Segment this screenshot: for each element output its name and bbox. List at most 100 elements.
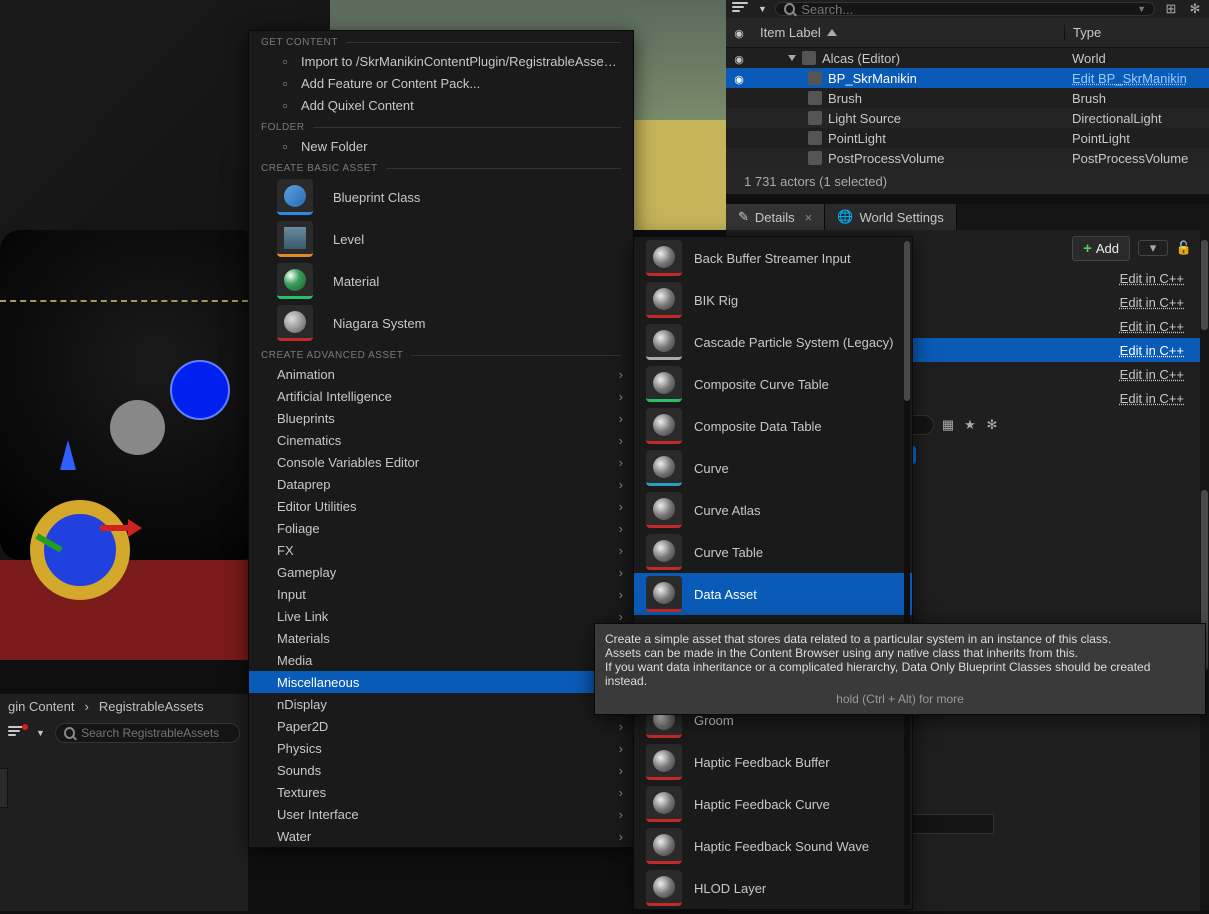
menu-item[interactable]: Miscellaneous› bbox=[249, 671, 633, 693]
edit-cpp-link[interactable]: Edit in C++ bbox=[1120, 367, 1200, 382]
menu-item[interactable]: FX› bbox=[249, 539, 633, 561]
menu-item[interactable]: Dataprep› bbox=[249, 473, 633, 495]
submenu-item[interactable]: HLOD Layer bbox=[634, 867, 912, 909]
submenu-item[interactable]: Data Asset bbox=[634, 573, 912, 615]
filter-icon[interactable] bbox=[732, 2, 750, 16]
outliner-search-input[interactable] bbox=[801, 2, 1131, 17]
grid-icon[interactable]: ▦ bbox=[940, 417, 956, 433]
dropdown-caret[interactable]: ▼ bbox=[36, 728, 45, 738]
gizmo-ring[interactable] bbox=[30, 500, 130, 600]
menu-item[interactable]: Sounds› bbox=[249, 759, 633, 781]
chevron-down-icon[interactable]: ▼ bbox=[1137, 4, 1146, 14]
edit-cpp-link[interactable]: Edit in C++ bbox=[1120, 391, 1200, 406]
menu-item[interactable]: Niagara System bbox=[249, 302, 633, 344]
scrollbar-thumb[interactable] bbox=[1201, 240, 1208, 330]
menu-item[interactable]: Media› bbox=[249, 649, 633, 671]
submenu-item[interactable]: BIK Rig bbox=[634, 279, 912, 321]
eye-column-icon[interactable]: ◉ bbox=[734, 28, 744, 40]
menu-item[interactable]: Materials› bbox=[249, 627, 633, 649]
outliner-header-item[interactable]: Item Label bbox=[752, 25, 1064, 40]
asset-thumbnail-icon bbox=[646, 870, 682, 906]
menu-item[interactable]: Paper2D› bbox=[249, 715, 633, 737]
edit-cpp-link[interactable]: Edit in C++ bbox=[1120, 271, 1200, 286]
submenu-item[interactable]: Curve Table bbox=[634, 531, 912, 573]
outliner-row[interactable]: Brush Brush bbox=[726, 88, 1209, 108]
menu-item[interactable]: Cinematics› bbox=[249, 429, 633, 451]
menu-item[interactable]: ▫Add Feature or Content Pack... bbox=[249, 72, 633, 94]
submenu-item[interactable]: Composite Data Table bbox=[634, 405, 912, 447]
edit-cpp-link[interactable]: Edit in C++ bbox=[1120, 295, 1200, 310]
outliner-search[interactable]: ▼ bbox=[775, 2, 1155, 16]
lock-icon[interactable]: 🔓 bbox=[1176, 240, 1192, 256]
scrollbar-thumb[interactable] bbox=[904, 241, 910, 401]
menu-item[interactable]: Gameplay› bbox=[249, 561, 633, 583]
eye-icon[interactable]: ◉ bbox=[734, 74, 744, 86]
dropdown-caret[interactable]: ▼ bbox=[758, 4, 767, 14]
tab-world-settings[interactable]: 🌐 World Settings bbox=[825, 204, 956, 230]
menu-item[interactable]: Foliage› bbox=[249, 517, 633, 539]
menu-item[interactable]: ▫Import to /SkrManikinContentPlugin/Regi… bbox=[249, 50, 633, 72]
submenu-item[interactable]: Back Buffer Streamer Input bbox=[634, 237, 912, 279]
menu-item-label: Dataprep bbox=[277, 477, 619, 492]
star-icon[interactable]: ★ bbox=[962, 417, 978, 433]
submenu-item[interactable]: Haptic Feedback Curve bbox=[634, 783, 912, 825]
submenu-scrollbar[interactable] bbox=[904, 241, 910, 905]
menu-item[interactable]: Blueprints› bbox=[249, 407, 633, 429]
expand-icon[interactable] bbox=[788, 55, 796, 61]
eye-icon[interactable]: ◉ bbox=[734, 54, 744, 66]
menu-item[interactable]: Blueprint Class bbox=[249, 176, 633, 218]
submenu-item[interactable]: Curve Atlas bbox=[634, 489, 912, 531]
submenu-item-label: Back Buffer Streamer Input bbox=[694, 251, 851, 266]
menu-item[interactable]: Textures› bbox=[249, 781, 633, 803]
tab-details[interactable]: ✎ Details × bbox=[726, 204, 825, 230]
menu-item[interactable]: User Interface› bbox=[249, 803, 633, 825]
outliner-row[interactable]: PostProcessVolume PostProcessVolume bbox=[726, 148, 1209, 168]
submenu-item[interactable]: Curve bbox=[634, 447, 912, 489]
menu-item[interactable]: Input› bbox=[249, 583, 633, 605]
settings-gear-icon[interactable]: ✻ bbox=[1187, 1, 1203, 17]
menu-item[interactable]: Editor Utilities› bbox=[249, 495, 633, 517]
menu-item[interactable]: Physics› bbox=[249, 737, 633, 759]
outliner-row-type[interactable]: Edit BP_SkrManikin bbox=[1064, 71, 1209, 86]
close-icon[interactable]: × bbox=[805, 210, 813, 225]
submenu-item[interactable]: Cascade Particle System (Legacy) bbox=[634, 321, 912, 363]
menu-item[interactable]: Material bbox=[249, 260, 633, 302]
menu-item[interactable]: ▫Add Quixel Content bbox=[249, 94, 633, 116]
outliner-header-type[interactable]: Type bbox=[1064, 25, 1209, 40]
submenu-item-label: Haptic Feedback Curve bbox=[694, 797, 830, 812]
outliner-row[interactable]: Light Source DirectionalLight bbox=[726, 108, 1209, 128]
add-button[interactable]: +Add bbox=[1072, 236, 1130, 261]
submenu-item[interactable]: Composite Curve Table bbox=[634, 363, 912, 405]
transform-gizmo[interactable] bbox=[10, 460, 170, 620]
menu-item[interactable]: Console Variables Editor› bbox=[249, 451, 633, 473]
dock-tab-handle[interactable] bbox=[0, 768, 8, 808]
menu-item[interactable]: nDisplay› bbox=[249, 693, 633, 715]
edit-cpp-link[interactable]: Edit in C++ bbox=[1120, 319, 1200, 334]
component-mode-button[interactable]: ▾ bbox=[1138, 240, 1168, 256]
menu-item[interactable]: Live Link› bbox=[249, 605, 633, 627]
submenu-item[interactable]: Haptic Feedback Sound Wave bbox=[634, 825, 912, 867]
submenu-item[interactable]: Haptic Feedback Buffer bbox=[634, 741, 912, 783]
filter-icon[interactable] bbox=[8, 726, 26, 740]
tab-world-label: World Settings bbox=[859, 210, 943, 225]
outliner-row[interactable]: ◉ BP_SkrManikin Edit BP_SkrManikin bbox=[726, 68, 1209, 88]
content-search-input[interactable] bbox=[81, 726, 231, 740]
breadcrumb-item[interactable]: RegistrableAssets bbox=[99, 699, 204, 714]
outliner-row[interactable]: PointLight PointLight bbox=[726, 128, 1209, 148]
outliner-toolbar: ▼ ▼ ⊞ ✻ bbox=[726, 0, 1209, 18]
add-folder-icon[interactable]: ⊞ bbox=[1163, 1, 1179, 17]
menu-item[interactable]: Animation› bbox=[249, 363, 633, 385]
outliner-row[interactable]: ◉ Alcas (Editor) World bbox=[726, 48, 1209, 68]
menu-item[interactable]: Artificial Intelligence› bbox=[249, 385, 633, 407]
breadcrumb-item[interactable]: gin Content bbox=[8, 699, 75, 714]
gizmo-x-arrow[interactable] bbox=[100, 525, 130, 531]
menu-item[interactable]: Level bbox=[249, 218, 633, 260]
details-scrollbar[interactable] bbox=[1200, 230, 1209, 911]
gear-icon[interactable]: ✻ bbox=[984, 417, 1000, 433]
content-search[interactable] bbox=[55, 723, 240, 743]
gizmo-center-sphere[interactable] bbox=[110, 400, 165, 455]
menu-item[interactable]: Water› bbox=[249, 825, 633, 847]
effector-sphere[interactable] bbox=[170, 360, 230, 420]
edit-cpp-link[interactable]: Edit in C++ bbox=[1120, 343, 1200, 358]
menu-item[interactable]: ▫New Folder bbox=[249, 135, 633, 157]
